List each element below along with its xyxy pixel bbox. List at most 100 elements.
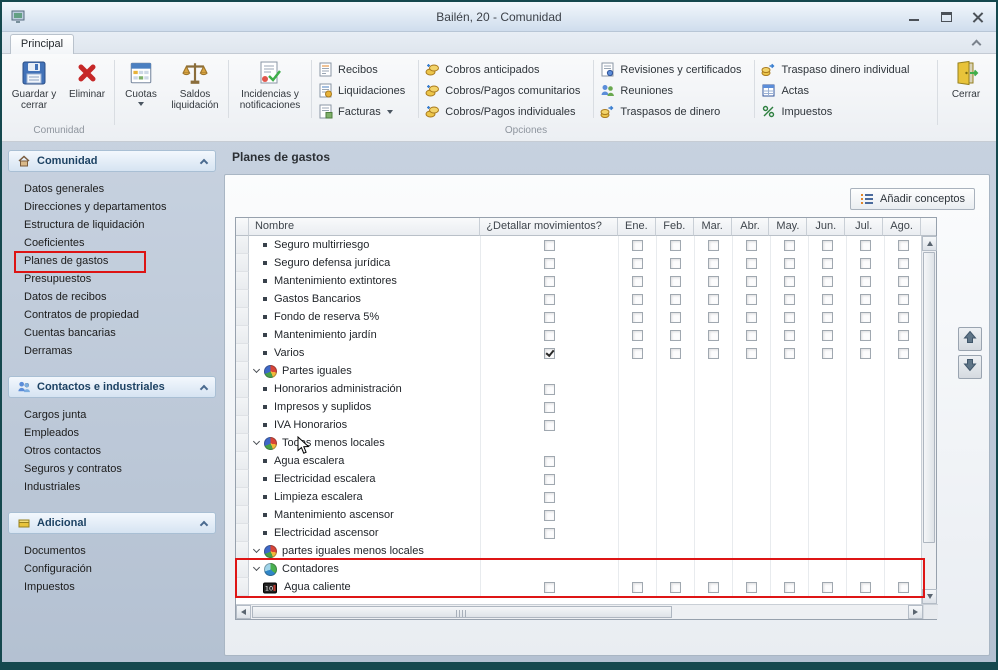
table-row[interactable]: Mantenimiento jardín [236, 326, 923, 344]
sidebar-section-header[interactable]: Contactos e industriales [8, 376, 216, 398]
detallar-checkbox[interactable] [544, 402, 555, 413]
table-row[interactable]: IVA Honorarios [236, 416, 923, 434]
table-row[interactable]: Seguro defensa jurídica [236, 254, 923, 272]
month-checkbox[interactable] [784, 240, 795, 251]
ribbon-button[interactable]: Reuniones [597, 80, 751, 101]
cerrar-button[interactable]: Cerrar [940, 56, 992, 122]
sidebar-item[interactable]: Empleados [8, 424, 216, 442]
month-checkbox[interactable] [670, 276, 681, 287]
detallar-checkbox[interactable] [544, 276, 555, 287]
detallar-checkbox[interactable] [544, 510, 555, 521]
detallar-checkbox[interactable] [544, 582, 555, 593]
sidebar-item[interactable]: Derramas [8, 342, 216, 360]
month-checkbox[interactable] [898, 258, 909, 269]
table-row[interactable]: Seguro multirriesgo [236, 236, 923, 254]
month-checkbox[interactable] [784, 258, 795, 269]
month-checkbox[interactable] [822, 294, 833, 305]
sidebar-item[interactable]: Industriales [8, 478, 216, 496]
ribbon-button[interactable]: Facturas [315, 101, 415, 122]
incidencias-button[interactable]: Incidencias y notificaciones [232, 56, 308, 122]
table-row[interactable]: Impresos y suplidos [236, 398, 923, 416]
sidebar-item[interactable]: Cuentas bancarias [8, 324, 216, 342]
month-checkbox[interactable] [670, 348, 681, 359]
sidebar-item[interactable]: Contratos de propiedad [8, 306, 216, 324]
month-checkbox[interactable] [670, 240, 681, 251]
column-header-month[interactable]: Mar. [694, 218, 732, 236]
month-checkbox[interactable] [898, 582, 909, 593]
ribbon-button[interactable]: Liquidaciones [315, 80, 415, 101]
move-up-button[interactable] [958, 327, 982, 351]
ribbon-button[interactable]: Traspaso dinero individual [758, 59, 919, 80]
table-row[interactable]: Mantenimiento extintores [236, 272, 923, 290]
sidebar-item[interactable]: Planes de gastos [8, 252, 216, 270]
column-header-nombre[interactable]: Nombre [249, 218, 480, 236]
ribbon-button[interactable]: Impuestos [758, 101, 919, 122]
maximize-button[interactable] [934, 5, 958, 29]
detallar-checkbox[interactable] [544, 456, 555, 467]
sidebar-item[interactable]: Impuestos [8, 578, 216, 596]
move-down-button[interactable] [958, 355, 982, 379]
month-checkbox[interactable] [860, 294, 871, 305]
horizontal-scroll-thumb[interactable] [252, 606, 672, 618]
table-row[interactable]: Partes iguales [236, 362, 923, 380]
month-checkbox[interactable] [822, 240, 833, 251]
column-header-month[interactable]: Ago. [883, 218, 921, 236]
month-checkbox[interactable] [632, 276, 643, 287]
month-checkbox[interactable] [632, 312, 643, 323]
month-checkbox[interactable] [708, 294, 719, 305]
month-checkbox[interactable] [860, 258, 871, 269]
month-checkbox[interactable] [898, 330, 909, 341]
detallar-checkbox[interactable] [544, 492, 555, 503]
vertical-scrollbar[interactable] [921, 236, 936, 604]
month-checkbox[interactable] [708, 258, 719, 269]
sidebar-item[interactable]: Datos de recibos [8, 288, 216, 306]
horizontal-scrollbar[interactable] [236, 604, 938, 619]
month-checkbox[interactable] [784, 294, 795, 305]
ribbon-button[interactable]: Cobros/Pagos individuales [422, 101, 590, 122]
month-checkbox[interactable] [822, 330, 833, 341]
month-checkbox[interactable] [860, 348, 871, 359]
table-row[interactable]: Gastos Bancarios [236, 290, 923, 308]
month-checkbox[interactable] [860, 330, 871, 341]
table-row[interactable]: Honorarios administración [236, 380, 923, 398]
ribbon-button[interactable]: Cobros/Pagos comunitarios [422, 80, 590, 101]
sidebar-section-header[interactable]: Comunidad [8, 150, 216, 172]
tree-expander-icon[interactable] [253, 438, 260, 445]
ribbon-collapse-button[interactable] [970, 38, 982, 50]
month-checkbox[interactable] [860, 312, 871, 323]
month-checkbox[interactable] [746, 348, 757, 359]
saldos-liquidacion-button[interactable]: Saldos liquidación [165, 56, 225, 122]
column-header-month[interactable]: May. [769, 218, 807, 236]
month-checkbox[interactable] [746, 312, 757, 323]
scroll-left-button[interactable] [236, 605, 251, 619]
month-checkbox[interactable] [670, 294, 681, 305]
month-checkbox[interactable] [822, 348, 833, 359]
tree-expander-icon[interactable] [253, 366, 260, 373]
tab-principal[interactable]: Principal [10, 34, 74, 54]
ribbon-button[interactable]: Revisiones y certificados [597, 59, 751, 80]
month-checkbox[interactable] [898, 294, 909, 305]
month-checkbox[interactable] [746, 276, 757, 287]
month-checkbox[interactable] [746, 294, 757, 305]
month-checkbox[interactable] [898, 240, 909, 251]
month-checkbox[interactable] [708, 330, 719, 341]
month-checkbox[interactable] [708, 312, 719, 323]
table-row[interactable]: partes iguales menos locales [236, 542, 923, 560]
sidebar-item[interactable]: Estructura de liquidación [8, 216, 216, 234]
column-header-month[interactable]: Jul. [845, 218, 883, 236]
scroll-down-button[interactable] [922, 589, 937, 604]
month-checkbox[interactable] [632, 330, 643, 341]
detallar-checkbox[interactable] [544, 258, 555, 269]
column-header-month[interactable]: Abr. [732, 218, 770, 236]
month-checkbox[interactable] [822, 258, 833, 269]
minimize-button[interactable] [902, 5, 926, 29]
save-and-close-button[interactable]: Guardar y cerrar [6, 56, 62, 122]
month-checkbox[interactable] [860, 240, 871, 251]
month-checkbox[interactable] [860, 276, 871, 287]
month-checkbox[interactable] [784, 276, 795, 287]
month-checkbox[interactable] [784, 348, 795, 359]
detallar-checkbox[interactable] [544, 240, 555, 251]
tree-expander-icon[interactable] [253, 546, 260, 553]
month-checkbox[interactable] [708, 276, 719, 287]
detallar-checkbox[interactable] [544, 294, 555, 305]
